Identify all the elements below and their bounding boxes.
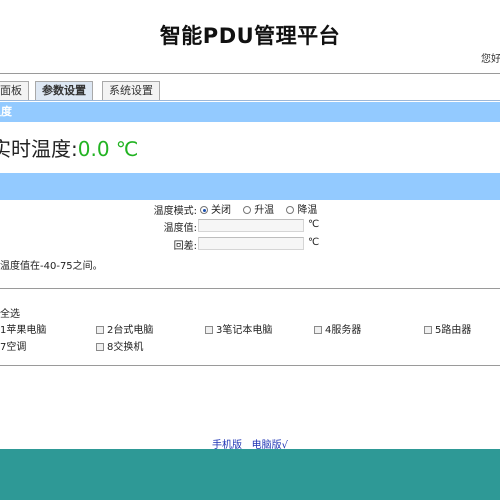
checkbox-8[interactable] [96, 343, 104, 351]
checkbox-4[interactable] [314, 326, 322, 334]
device-label-7: 7空调 [0, 342, 27, 353]
tab-main-panel[interactable]: 主面板 [0, 81, 29, 100]
section-divider [0, 288, 500, 289]
select-all-label: 全选 [0, 309, 20, 320]
radio-off[interactable] [200, 206, 208, 214]
device-checkbox-1[interactable]: 1苹果电脑 [0, 321, 46, 336]
device-label-2: 2台式电脑 [107, 325, 154, 336]
tab-system-settings[interactable]: 系统设置 [102, 81, 160, 100]
mode-option-cool[interactable]: 降温 [286, 205, 317, 216]
page-title: 智能PDU管理平台 [159, 24, 341, 48]
realtime-temperature-value: 0.0 ℃ [77, 137, 139, 161]
tab-underline [0, 100, 500, 101]
temperature-value-label: 温度值: [163, 223, 197, 234]
device-label-8: 8交换机 [107, 342, 144, 353]
temperature-mode-row: 温度模式: 关闭 升温 降温 [0, 201, 500, 217]
mode-heat-label: 升温 [254, 205, 275, 216]
temperature-value-unit: ℃ [308, 219, 320, 230]
device-label-1: 1苹果电脑 [0, 325, 47, 336]
temperature-mode-label: 温度模式: [153, 206, 197, 217]
device-checkbox-8[interactable]: 8交换机 [96, 338, 143, 353]
control-section-header [0, 173, 500, 200]
mode-option-heat[interactable]: 升温 [243, 205, 274, 216]
temperature-section-label: 温度 [0, 105, 12, 118]
checkbox-5[interactable] [424, 326, 432, 334]
device-checkbox-5[interactable]: 5路由器 [424, 321, 471, 336]
device-label-5: 5路由器 [435, 325, 472, 336]
mode-off-label: 关闭 [211, 205, 231, 216]
content-bottom-divider [0, 365, 500, 366]
hysteresis-input[interactable] [198, 237, 304, 250]
device-checkbox-2[interactable]: 2台式电脑 [96, 321, 153, 336]
device-checkbox-7[interactable]: 7空调 [0, 338, 26, 353]
page-footer [0, 449, 500, 500]
hysteresis-label: 回差: [173, 241, 197, 252]
checkbox-3[interactable] [205, 326, 213, 334]
realtime-temperature: 实时温度:0.0 ℃ [0, 133, 138, 162]
temperature-section-header: 温度 [0, 102, 500, 122]
select-all-checkbox[interactable]: 全选 [0, 305, 20, 320]
device-label-3: 3笔记本电脑 [216, 325, 273, 336]
temperature-range-note: 温度值在-40-75之间。 [0, 261, 103, 272]
mode-cool-label: 降温 [297, 205, 318, 216]
radio-cool[interactable] [286, 206, 295, 214]
realtime-temperature-label: 实时温度: [0, 137, 78, 161]
checkbox-2[interactable] [96, 326, 104, 334]
hysteresis-unit: ℃ [308, 237, 320, 248]
temperature-mode-options: 关闭 升温 降温 [200, 201, 326, 216]
header-divider [0, 73, 500, 74]
device-label-4: 4服务器 [325, 325, 362, 336]
device-checkbox-4[interactable]: 4服务器 [314, 321, 361, 336]
tab-parameter-settings[interactable]: 参数设置 [35, 81, 93, 101]
radio-heat[interactable] [243, 206, 252, 214]
user-greeting: 您好 [481, 54, 500, 65]
temperature-value-input[interactable] [198, 219, 304, 232]
device-checkbox-3[interactable]: 3笔记本电脑 [205, 321, 272, 336]
mode-option-off[interactable]: 关闭 [200, 205, 231, 216]
